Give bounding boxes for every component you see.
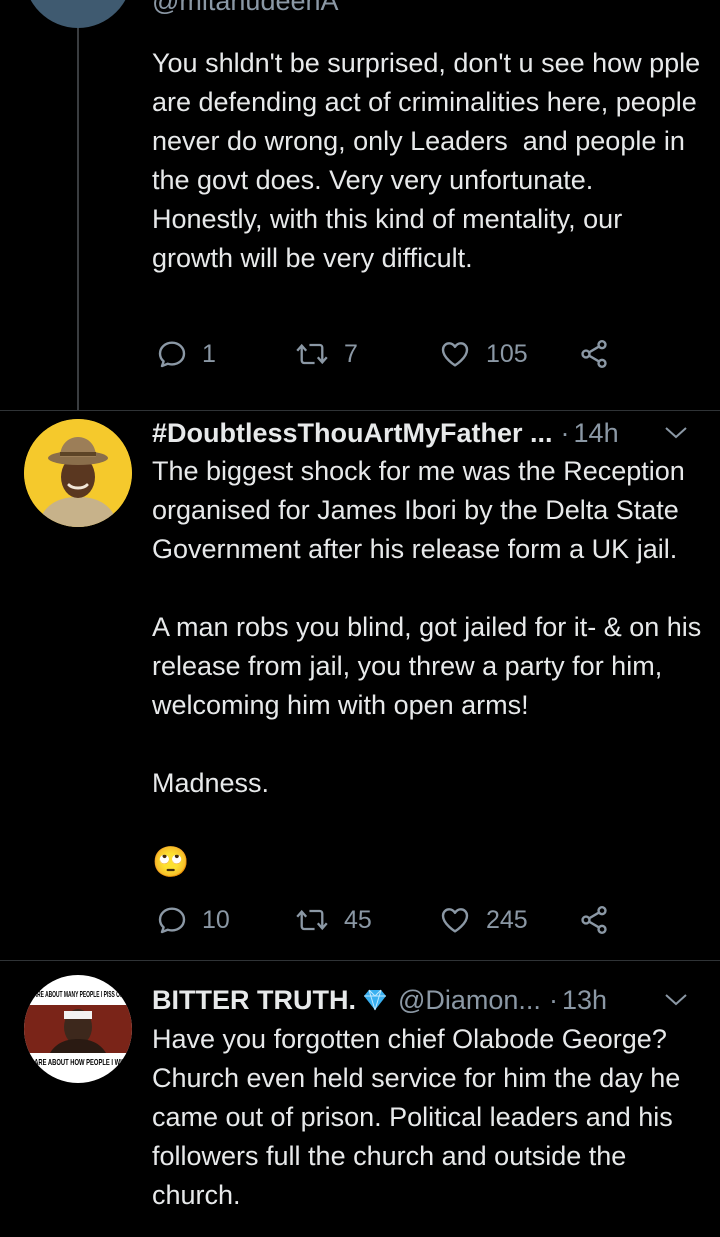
- tweet-actions: 1 7 105: [152, 334, 622, 374]
- diamond-icon: [363, 989, 386, 1011]
- display-name[interactable]: BITTER TRUTH.: [152, 985, 356, 1016]
- retweet-button[interactable]: 7: [294, 334, 358, 374]
- like-button[interactable]: 105: [438, 334, 528, 374]
- tweet-header: BITTER TRUTH. @Diamon... · 13h: [152, 980, 690, 1020]
- reply-count: 10: [202, 905, 230, 934]
- retweet-count: 7: [344, 339, 358, 368]
- tweet-text: The biggest shock for me was the Recepti…: [152, 456, 702, 798]
- share-icon: [581, 906, 607, 934]
- avatar[interactable]: [24, 419, 132, 527]
- tweet-1[interactable]: @mltanudeenA You shldn't be surprised, d…: [0, 0, 720, 410]
- tweet-3[interactable]: CARE ABOUT MANY PEOPLE I PISS OFF CARE A…: [0, 961, 720, 1237]
- separator-dot: ·: [560, 417, 570, 448]
- avatar-photo: [24, 419, 132, 527]
- tweet-handle[interactable]: @mltanudeenA: [152, 0, 339, 30]
- retweet-count: 45: [344, 905, 372, 934]
- reply-button[interactable]: 1: [156, 334, 216, 374]
- tweet-actions: 10 45 245: [152, 900, 622, 940]
- share-button[interactable]: [578, 334, 610, 374]
- reply-count: 1: [202, 339, 216, 368]
- avatar-caption-bottom: CARE ABOUT HOW PEOPLE I WIN: [30, 1057, 126, 1067]
- retweet-button[interactable]: 45: [294, 900, 372, 940]
- timestamp[interactable]: 13h: [562, 985, 607, 1016]
- like-count: 245: [486, 905, 528, 934]
- timestamp[interactable]: 14h: [574, 418, 619, 449]
- retweet-icon: [296, 343, 328, 365]
- reply-icon: [158, 907, 186, 934]
- tweet-2[interactable]: #DoubtlessThouArtMyFather ... · 14h The …: [0, 411, 720, 960]
- emoji-face-rolling-eyes: 🙄: [152, 846, 190, 879]
- heart-icon: [441, 908, 469, 933]
- reply-button[interactable]: 10: [156, 900, 230, 940]
- avatar[interactable]: CARE ABOUT MANY PEOPLE I PISS OFF CARE A…: [24, 975, 132, 1083]
- retweet-icon: [296, 909, 328, 931]
- separator-dot: ·: [548, 984, 558, 1015]
- display-name[interactable]: #DoubtlessThouArtMyFather ...: [152, 418, 553, 449]
- reply-icon: [158, 341, 186, 368]
- heart-icon: [441, 342, 469, 367]
- avatar[interactable]: [24, 0, 132, 28]
- share-button[interactable]: [578, 900, 610, 940]
- tweet-text: Have you forgotten chief Olabode George?…: [152, 1024, 688, 1210]
- chevron-down-icon[interactable]: [662, 421, 690, 445]
- tweet-header: #DoubtlessThouArtMyFather ... · 14h: [152, 413, 690, 453]
- avatar-caption-top: CARE ABOUT MANY PEOPLE I PISS OFF: [30, 989, 126, 999]
- avatar-image: CARE ABOUT MANY PEOPLE I PISS OFF CARE A…: [24, 975, 132, 1083]
- chevron-down-icon[interactable]: [662, 988, 690, 1012]
- username[interactable]: @Diamon...: [398, 985, 541, 1016]
- share-icon: [581, 340, 607, 368]
- like-count: 105: [486, 339, 528, 368]
- like-button[interactable]: 245: [438, 900, 528, 940]
- tweet-text: You shldn't be surprised, don't u see ho…: [152, 48, 708, 273]
